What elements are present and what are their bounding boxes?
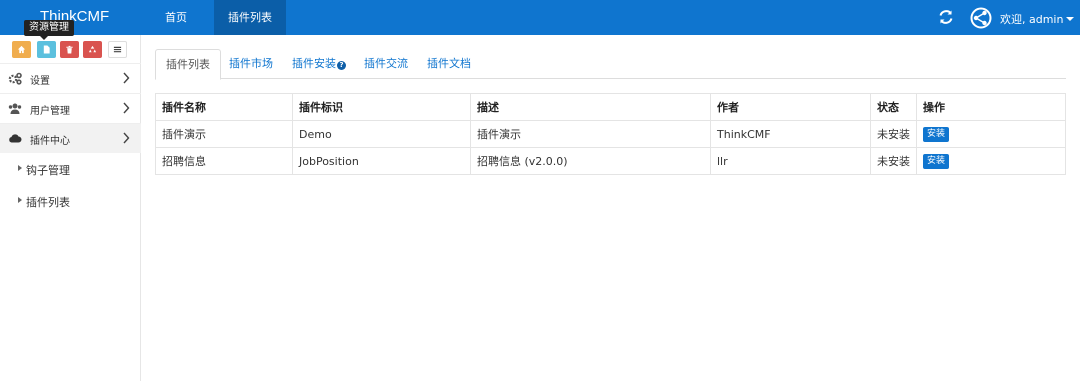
col-header-status: 状态	[870, 93, 917, 121]
chevron-right-icon	[123, 132, 130, 144]
cell-status: 未安装	[870, 147, 917, 175]
cell-name: 插件演示	[155, 120, 293, 148]
tab-label: 插件文档	[427, 57, 471, 70]
home-icon	[17, 45, 26, 54]
col-header-author: 作者	[710, 93, 871, 121]
tab-plugin-community[interactable]: 插件交流	[354, 49, 418, 79]
install-button[interactable]: 安装	[923, 127, 950, 142]
sidebar-subitem-label: 插件列表	[26, 196, 70, 209]
sidebar-item-label: 用户管理	[30, 106, 70, 117]
cloud-icon	[9, 134, 22, 143]
cell-author: ThinkCMF	[710, 120, 871, 148]
table-row: 招聘信息 JobPosition 招聘信息 (v2.0.0) llr 未安装 安…	[155, 147, 1066, 175]
cell-id: Demo	[292, 120, 471, 148]
cell-status: 未安装	[870, 120, 917, 148]
sidebar: 设置 用户管理 插件中心 钩子管理 插件列表	[0, 35, 141, 381]
tab-label: 插件安装	[292, 57, 336, 70]
cell-id: JobPosition	[292, 147, 471, 175]
sidebar-item-label: 设置	[30, 76, 50, 87]
caret-down-icon	[1066, 17, 1075, 21]
cell-desc: 插件演示	[470, 120, 711, 148]
tab-plugin-install[interactable]: 插件安装?	[282, 49, 356, 79]
sidebar-item-label: 插件中心	[30, 136, 70, 147]
avatar[interactable]	[970, 7, 992, 29]
list-icon	[113, 46, 122, 53]
cell-name: 招聘信息	[155, 147, 293, 175]
nav-home[interactable]: 首页	[150, 0, 202, 35]
sidebar-menu: 设置 用户管理 插件中心 钩子管理 插件列表	[0, 63, 141, 217]
tooltip: 资源管理	[24, 20, 74, 36]
chevron-right-icon	[123, 72, 130, 84]
welcome-text: 欢迎, admin	[1000, 13, 1064, 26]
shortcut-list[interactable]	[108, 41, 127, 58]
user-menu[interactable]: 欢迎, admin	[1000, 11, 1075, 27]
sidebar-subitem-plugin-list[interactable]: 插件列表	[0, 185, 141, 217]
sidebar-item-settings[interactable]: 设置	[0, 63, 141, 93]
tab-label: 插件交流	[364, 57, 408, 70]
col-header-id: 插件标识	[292, 93, 471, 121]
sidebar-subitem-hooks[interactable]: 钩子管理	[0, 153, 141, 185]
caret-right-icon	[18, 165, 22, 171]
cell-action: 安装	[916, 120, 1066, 148]
tab-plugin-list[interactable]: 插件列表	[155, 49, 221, 80]
table-header-row: 插件名称 插件标识 描述 作者 状态 操作	[155, 93, 1066, 121]
col-header-desc: 描述	[470, 93, 711, 121]
shortcut-home[interactable]	[12, 41, 31, 58]
trash-icon	[66, 45, 73, 54]
shortcut-recycle[interactable]	[83, 41, 102, 58]
nav-plugin-list[interactable]: 插件列表	[214, 0, 286, 35]
caret-right-icon	[18, 197, 22, 203]
shortcut-trash[interactable]	[60, 41, 79, 58]
plugin-tabs: 插件列表 插件市场 插件安装? 插件交流 插件文档	[155, 49, 1066, 80]
file-icon	[43, 45, 50, 54]
cell-author: llr	[710, 147, 871, 175]
sidebar-subitem-label: 钩子管理	[26, 164, 70, 177]
plugin-table: 插件名称 插件标识 描述 作者 状态 操作 插件演示 Demo 插件演示 Thi…	[155, 93, 1066, 175]
col-header-name: 插件名称	[155, 93, 293, 121]
sidebar-item-users[interactable]: 用户管理	[0, 93, 141, 123]
col-header-action: 操作	[916, 93, 1066, 121]
users-icon	[8, 103, 22, 114]
cell-desc: 招聘信息 (v2.0.0)	[470, 147, 711, 175]
install-button[interactable]: 安装	[923, 154, 950, 169]
table-row: 插件演示 Demo 插件演示 ThinkCMF 未安装 安装	[155, 120, 1066, 148]
cell-action: 安装	[916, 147, 1066, 175]
tab-label: 插件列表	[166, 58, 210, 71]
tab-label: 插件市场	[229, 57, 273, 70]
tooltip-arrow	[40, 36, 48, 40]
tab-plugin-market[interactable]: 插件市场	[219, 49, 283, 79]
sidebar-item-plugin-center[interactable]: 插件中心	[0, 123, 141, 153]
recycle-icon	[88, 45, 97, 53]
tab-plugin-docs[interactable]: 插件文档	[417, 49, 481, 79]
chevron-right-icon	[123, 102, 130, 114]
question-circle-icon[interactable]: ?	[337, 61, 346, 70]
cogs-icon	[8, 72, 22, 85]
top-navbar: ThinkCMF 首页 插件列表 欢迎, admin	[0, 0, 1080, 35]
shortcut-file[interactable]	[37, 41, 56, 58]
refresh-icon[interactable]	[938, 9, 954, 25]
